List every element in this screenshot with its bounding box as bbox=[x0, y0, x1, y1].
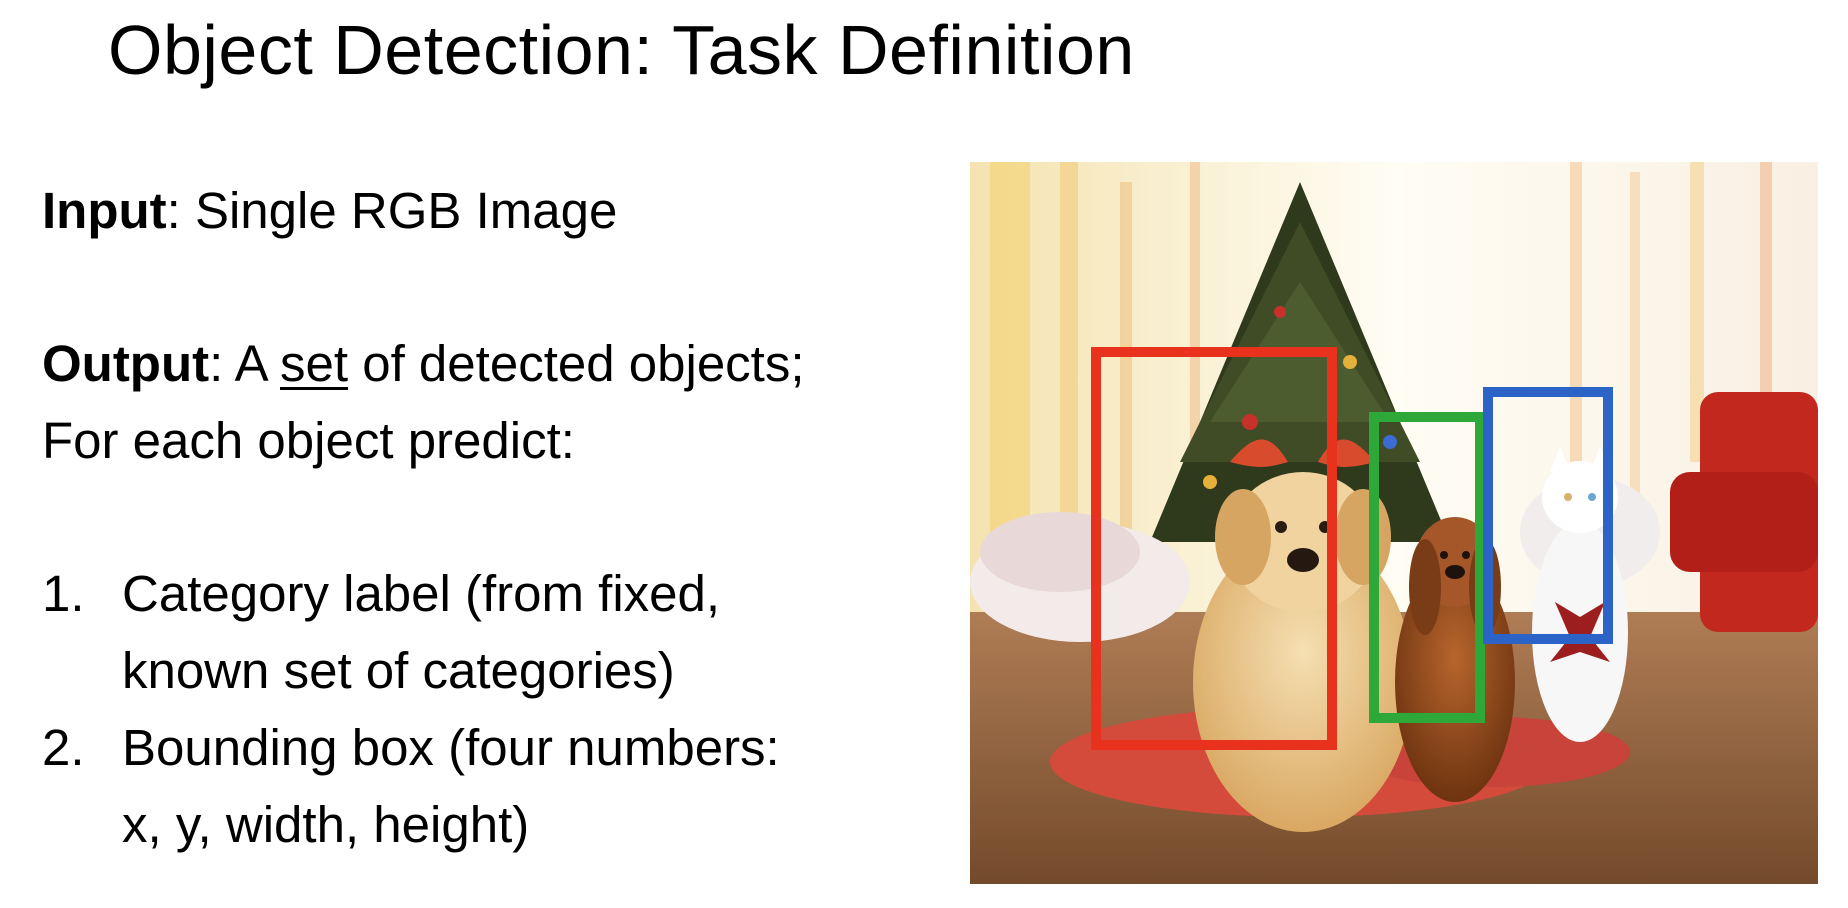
input-line: Input: Single RGB Image bbox=[42, 172, 942, 249]
list-number: 2. bbox=[42, 719, 85, 776]
output-line: Output: A set of detected objects; bbox=[42, 325, 942, 402]
slide-body: Input: Single RGB Image Output: A set of… bbox=[42, 172, 942, 863]
list-item-line: x, y, width, height) bbox=[122, 796, 530, 853]
list-item: 1. Category label (from fixed, known set… bbox=[42, 555, 942, 709]
input-label: Input bbox=[42, 182, 167, 239]
input-text: : Single RGB Image bbox=[166, 182, 618, 239]
list-item: 2. Bounding box (four numbers: x, y, wid… bbox=[42, 709, 942, 863]
list-item-line: Bounding box (four numbers: bbox=[122, 719, 780, 776]
slide-title: Object Detection: Task Definition bbox=[108, 11, 1135, 89]
output-text-after: of detected objects; bbox=[348, 335, 805, 392]
photo-illustration bbox=[970, 162, 1818, 884]
slide: Object Detection: Task Definition Input:… bbox=[0, 0, 1848, 908]
output-text-before: : A bbox=[209, 335, 281, 392]
output-underlined-word: set bbox=[280, 335, 349, 392]
list-item-line: known set of categories) bbox=[122, 642, 675, 699]
output-label: Output bbox=[42, 335, 210, 392]
list-number: 1. bbox=[42, 565, 85, 622]
example-photo bbox=[970, 162, 1818, 884]
output-line-2: For each object predict: bbox=[42, 412, 575, 469]
list-item-line: Category label (from fixed, bbox=[122, 565, 721, 622]
